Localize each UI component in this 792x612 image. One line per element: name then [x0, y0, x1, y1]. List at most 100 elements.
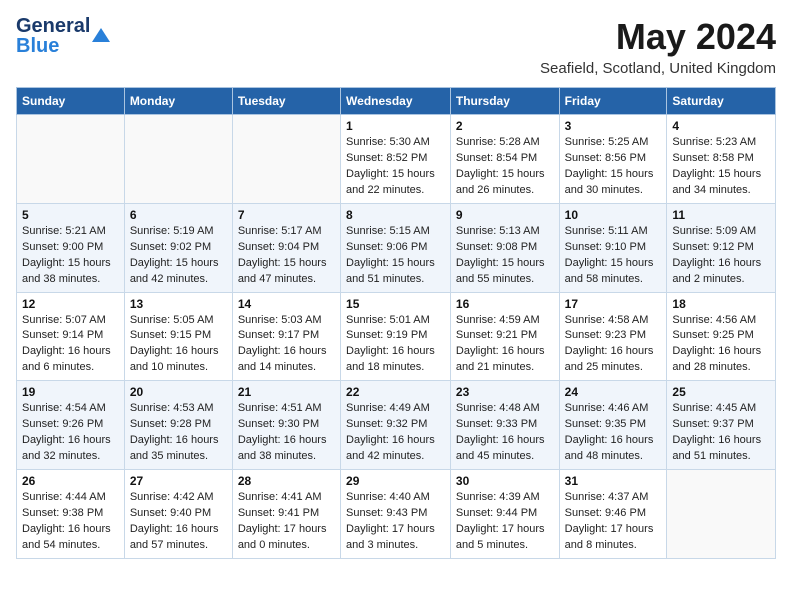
day-number: 6 [130, 208, 227, 222]
day-number: 3 [565, 119, 662, 133]
calendar-cell: 12Sunrise: 5:07 AMSunset: 9:14 PMDayligh… [17, 292, 125, 381]
day-detail: Sunrise: 4:41 AMSunset: 9:41 PMDaylight:… [238, 490, 335, 554]
calendar-cell: 19Sunrise: 4:54 AMSunset: 9:26 PMDayligh… [17, 381, 125, 470]
calendar-cell: 28 Sunrise: 4:41 AMSunset: 9:41 PMDayligh… [232, 470, 340, 559]
calendar-cell: 9 Sunrise: 5:13 AMSunset: 9:08 PMDaylight… [450, 203, 559, 292]
title-area: May 2024 Seafield, Scotland, United King… [540, 16, 776, 77]
calendar-cell: 15Sunrise: 5:01 AMSunset: 9:19 PMDayligh… [341, 292, 451, 381]
day-detail: Sunrise: 5:17 AMSunset: 9:04 PMDaylight:… [238, 224, 335, 288]
calendar-header-thursday: Thursday [450, 88, 559, 115]
calendar-cell: 17Sunrise: 4:58 AMSunset: 9:23 PMDayligh… [559, 292, 667, 381]
day-detail: Sunrise: 5:13 AMSunset: 9:08 PMDaylight:… [456, 224, 554, 288]
logo: General Blue [16, 16, 110, 56]
calendar-cell: 30 Sunrise: 4:39 AMSunset: 9:44 PMDayligh… [450, 470, 559, 559]
day-detail: Sunrise: 5:07 AMSunset: 9:14 PMDaylight:… [22, 313, 119, 377]
day-number: 15 [346, 297, 445, 311]
calendar-cell: 21 Sunrise: 4:51 AMSunset: 9:30 PMDayligh… [232, 381, 340, 470]
day-detail: Sunrise: 4:40 AMSunset: 9:43 PMDaylight:… [346, 490, 445, 554]
calendar-cell [124, 115, 232, 204]
day-detail: Sunrise: 4:49 AMSunset: 9:32 PMDaylight:… [346, 401, 445, 465]
day-number: 9 [456, 208, 554, 222]
calendar-cell [17, 115, 125, 204]
calendar-cell: 8Sunrise: 5:15 AMSunset: 9:06 PMDaylight… [341, 203, 451, 292]
day-number: 28 [238, 474, 335, 488]
day-number: 7 [238, 208, 335, 222]
day-number: 13 [130, 297, 227, 311]
calendar-cell: 31Sunrise: 4:37 AMSunset: 9:46 PMDayligh… [559, 470, 667, 559]
calendar-header-friday: Friday [559, 88, 667, 115]
calendar-cell: 2 Sunrise: 5:28 AMSunset: 8:54 PMDaylight… [450, 115, 559, 204]
day-number: 18 [672, 297, 770, 311]
calendar-cell: 14 Sunrise: 5:03 AMSunset: 9:17 PMDayligh… [232, 292, 340, 381]
logo-blue: Blue [16, 36, 90, 56]
day-number: 29 [346, 474, 445, 488]
calendar-week-row: 12Sunrise: 5:07 AMSunset: 9:14 PMDayligh… [17, 292, 776, 381]
day-detail: Sunrise: 4:51 AMSunset: 9:30 PMDaylight:… [238, 401, 335, 465]
day-number: 16 [456, 297, 554, 311]
calendar-week-row: 5 Sunrise: 5:21 AMSunset: 9:00 PMDaylight… [17, 203, 776, 292]
logo-general: General [16, 16, 90, 36]
day-number: 10 [565, 208, 662, 222]
calendar-cell: 20 Sunrise: 4:53 AMSunset: 9:28 PMDayligh… [124, 381, 232, 470]
calendar-week-row: 26 Sunrise: 4:44 AMSunset: 9:38 PMDayligh… [17, 470, 776, 559]
day-number: 26 [22, 474, 119, 488]
calendar-cell [232, 115, 340, 204]
day-detail: Sunrise: 5:23 AMSunset: 8:58 PMDaylight:… [672, 135, 770, 199]
day-detail: Sunrise: 4:44 AMSunset: 9:38 PMDaylight:… [22, 490, 119, 554]
day-detail: Sunrise: 4:46 AMSunset: 9:35 PMDaylight:… [565, 401, 662, 465]
day-number: 20 [130, 385, 227, 399]
calendar-header-sunday: Sunday [17, 88, 125, 115]
calendar-cell: 18 Sunrise: 4:56 AMSunset: 9:25 PMDayligh… [667, 292, 776, 381]
calendar-header-monday: Monday [124, 88, 232, 115]
day-detail: Sunrise: 4:59 AMSunset: 9:21 PMDaylight:… [456, 313, 554, 377]
month-title: May 2024 [540, 16, 776, 58]
day-number: 21 [238, 385, 335, 399]
day-number: 14 [238, 297, 335, 311]
calendar-cell: 7 Sunrise: 5:17 AMSunset: 9:04 PMDaylight… [232, 203, 340, 292]
day-number: 31 [565, 474, 662, 488]
calendar-cell: 13 Sunrise: 5:05 AMSunset: 9:15 PMDayligh… [124, 292, 232, 381]
calendar-header-saturday: Saturday [667, 88, 776, 115]
day-number: 30 [456, 474, 554, 488]
calendar-cell: 22 Sunrise: 4:49 AMSunset: 9:32 PMDayligh… [341, 381, 451, 470]
day-number: 5 [22, 208, 119, 222]
calendar-week-row: 1Sunrise: 5:30 AMSunset: 8:52 PMDaylight… [17, 115, 776, 204]
day-number: 2 [456, 119, 554, 133]
day-detail: Sunrise: 5:09 AMSunset: 9:12 PMDaylight:… [672, 224, 770, 288]
day-detail: Sunrise: 5:03 AMSunset: 9:17 PMDaylight:… [238, 313, 335, 377]
calendar-header-wednesday: Wednesday [341, 88, 451, 115]
calendar-header-row: SundayMondayTuesdayWednesdayThursdayFrid… [17, 88, 776, 115]
day-number: 8 [346, 208, 445, 222]
day-number: 23 [456, 385, 554, 399]
calendar-cell: 6 Sunrise: 5:19 AMSunset: 9:02 PMDaylight… [124, 203, 232, 292]
calendar-cell: 29 Sunrise: 4:40 AMSunset: 9:43 PMDayligh… [341, 470, 451, 559]
day-number: 24 [565, 385, 662, 399]
day-number: 11 [672, 208, 770, 222]
day-detail: Sunrise: 4:54 AMSunset: 9:26 PMDaylight:… [22, 401, 119, 465]
day-detail: Sunrise: 4:48 AMSunset: 9:33 PMDaylight:… [456, 401, 554, 465]
calendar-cell: 23 Sunrise: 4:48 AMSunset: 9:33 PMDayligh… [450, 381, 559, 470]
day-detail: Sunrise: 4:53 AMSunset: 9:28 PMDaylight:… [130, 401, 227, 465]
calendar-cell: 27Sunrise: 4:42 AMSunset: 9:40 PMDayligh… [124, 470, 232, 559]
calendar-cell: 4 Sunrise: 5:23 AMSunset: 8:58 PMDaylight… [667, 115, 776, 204]
day-detail: Sunrise: 4:39 AMSunset: 9:44 PMDaylight:… [456, 490, 554, 554]
day-detail: Sunrise: 5:28 AMSunset: 8:54 PMDaylight:… [456, 135, 554, 199]
day-number: 27 [130, 474, 227, 488]
day-number: 17 [565, 297, 662, 311]
day-detail: Sunrise: 5:21 AMSunset: 9:00 PMDaylight:… [22, 224, 119, 288]
calendar-cell: 24 Sunrise: 4:46 AMSunset: 9:35 PMDayligh… [559, 381, 667, 470]
day-number: 22 [346, 385, 445, 399]
day-detail: Sunrise: 4:45 AMSunset: 9:37 PMDaylight:… [672, 401, 770, 465]
day-detail: Sunrise: 4:56 AMSunset: 9:25 PMDaylight:… [672, 313, 770, 377]
day-number: 25 [672, 385, 770, 399]
calendar-cell: 11 Sunrise: 5:09 AMSunset: 9:12 PMDayligh… [667, 203, 776, 292]
calendar-cell: 26 Sunrise: 4:44 AMSunset: 9:38 PMDayligh… [17, 470, 125, 559]
day-number: 4 [672, 119, 770, 133]
day-detail: Sunrise: 5:25 AMSunset: 8:56 PMDaylight:… [565, 135, 662, 199]
day-detail: Sunrise: 5:30 AMSunset: 8:52 PMDaylight:… [346, 135, 445, 199]
location: Seafield, Scotland, United Kingdom [540, 60, 776, 77]
calendar-week-row: 19Sunrise: 4:54 AMSunset: 9:26 PMDayligh… [17, 381, 776, 470]
day-detail: Sunrise: 5:05 AMSunset: 9:15 PMDaylight:… [130, 313, 227, 377]
calendar-cell: 5 Sunrise: 5:21 AMSunset: 9:00 PMDaylight… [17, 203, 125, 292]
day-detail: Sunrise: 5:19 AMSunset: 9:02 PMDaylight:… [130, 224, 227, 288]
